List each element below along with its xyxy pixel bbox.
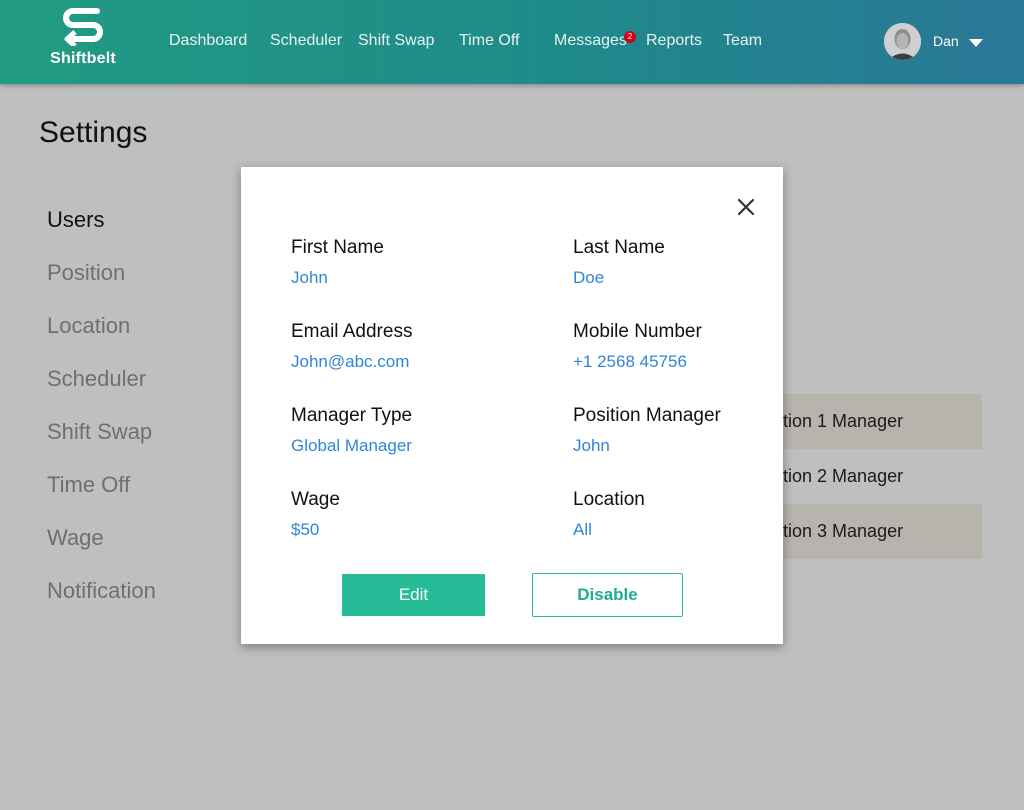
wage-value: $50 <box>291 520 320 539</box>
page-title: Settings <box>39 116 148 149</box>
first-name-label: First Name <box>291 237 384 258</box>
table-row[interactable]: osition 3 Manager <box>760 504 982 559</box>
table-row[interactable]: osition 2 Manager <box>760 449 982 504</box>
nav-dashboard[interactable]: Dashboard <box>169 32 247 50</box>
disable-button[interactable]: Disable <box>532 573 683 617</box>
sidebar-item-wage[interactable]: Wage <box>47 525 104 551</box>
wage-label: Wage <box>291 489 340 510</box>
email-value: John@abc.com <box>291 352 410 371</box>
nav-reports[interactable]: Reports <box>646 32 702 50</box>
brand-name: Shiftbelt <box>50 50 116 67</box>
sidebar-item-position[interactable]: Position <box>47 260 125 286</box>
sidebar-item-users[interactable]: Users <box>47 207 104 233</box>
sidebar-item-time-off[interactable]: Time Off <box>47 472 130 498</box>
messages-badge: 2 <box>624 31 636 43</box>
mobile-value: +1 2568 45756 <box>573 352 687 371</box>
mobile-label: Mobile Number <box>573 321 702 342</box>
email-label: Email Address <box>291 321 413 342</box>
nav-messages[interactable]: Messages <box>554 32 627 50</box>
position-manager-label: Position Manager <box>573 405 721 426</box>
location-value: All <box>573 520 592 539</box>
manager-type-value: Global Manager <box>291 436 412 455</box>
manager-type-label: Manager Type <box>291 405 413 426</box>
user-details-modal: First Name John Last Name Doe Email Addr… <box>241 167 783 644</box>
sidebar-item-location[interactable]: Location <box>47 313 130 339</box>
location-label: Location <box>573 489 645 510</box>
shiftbelt-logo-icon <box>63 8 103 46</box>
close-icon <box>737 198 755 216</box>
chevron-down-icon[interactable] <box>969 39 983 47</box>
position-manager-value: John <box>573 436 610 455</box>
first-name-value: John <box>291 268 328 287</box>
nav-scheduler[interactable]: Scheduler <box>270 32 342 50</box>
sidebar-item-scheduler[interactable]: Scheduler <box>47 366 146 392</box>
last-name-value: Doe <box>573 268 605 287</box>
sidebar-item-notification[interactable]: Notification <box>47 578 156 604</box>
sidebar-item-shift-swap[interactable]: Shift Swap <box>47 419 152 445</box>
nav-team[interactable]: Team <box>723 32 762 50</box>
user-avatar-icon <box>884 23 921 60</box>
last-name-label: Last Name <box>573 237 665 258</box>
user-name: Dan <box>933 33 959 49</box>
nav-shift-swap[interactable]: Shift Swap <box>358 32 434 50</box>
nav-time-off[interactable]: Time Off <box>459 32 519 50</box>
table-row[interactable]: osition 1 Manager <box>760 394 982 449</box>
close-button[interactable] <box>735 196 757 218</box>
brand-logo[interactable]: Shiftbelt <box>44 8 122 72</box>
top-navbar: Shiftbelt Dashboard Scheduler Shift Swap… <box>0 0 1024 84</box>
avatar <box>884 23 921 60</box>
edit-button[interactable]: Edit <box>342 574 485 616</box>
